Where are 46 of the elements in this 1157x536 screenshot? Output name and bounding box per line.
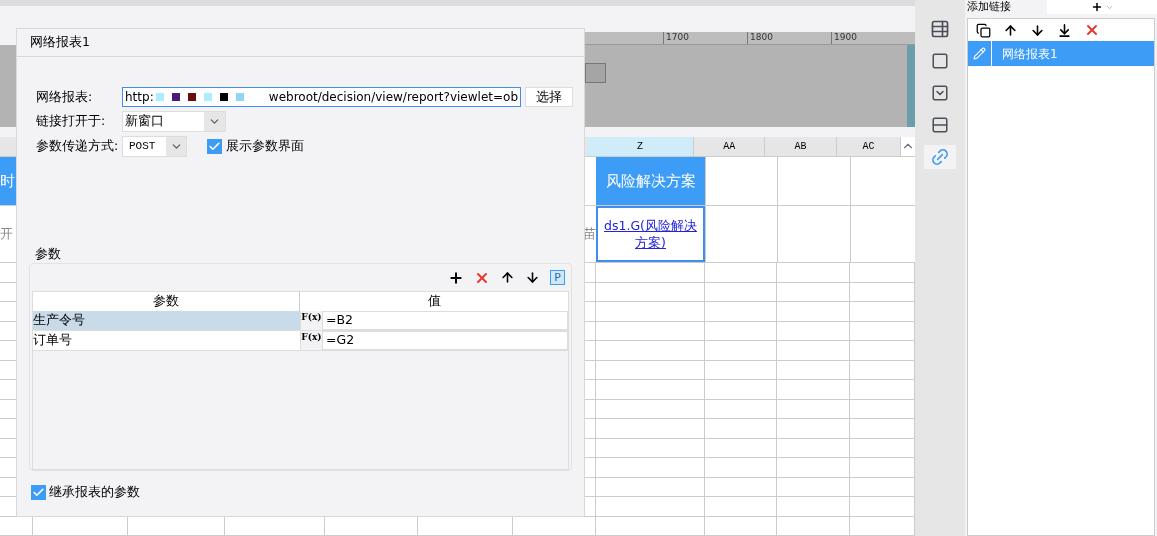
copy-icon[interactable] xyxy=(976,22,991,38)
table-info-icon[interactable] xyxy=(930,19,950,39)
param-name-cell[interactable]: 订单号 xyxy=(33,331,300,350)
group-title: 参数 xyxy=(34,245,62,263)
ruler-label: 1800 xyxy=(749,31,773,42)
field-label: 参数传递方式: xyxy=(36,137,120,156)
stacked-bars-icon[interactable] xyxy=(931,116,949,134)
param-name-cell[interactable]: 生产令号 xyxy=(33,311,300,330)
dialog-title: 网络报表1 xyxy=(30,33,90,52)
formula-button[interactable]: F(x) xyxy=(300,311,322,330)
add-icon[interactable] xyxy=(1090,1,1103,13)
field-label: 网络报表: xyxy=(36,87,94,106)
header-cell-fragment: 时 xyxy=(0,170,15,192)
column-header: 值 xyxy=(426,292,442,311)
param-value-field[interactable]: =B2 xyxy=(322,311,568,330)
pencil-icon[interactable] xyxy=(973,47,986,60)
header-cell: 风险解决方案 xyxy=(596,156,705,206)
move-bottom-icon[interactable] xyxy=(1057,22,1072,38)
url-field[interactable]: http: webroot/decision/view/report?viewlet=ob xyxy=(122,87,521,107)
move-up-icon[interactable] xyxy=(500,270,515,285)
checkbox-label: 继承报表的参数 xyxy=(49,483,140,501)
panel-title: 添加链接 xyxy=(966,1,1011,13)
inherit-params-checkbox[interactable] xyxy=(31,484,46,500)
add-icon[interactable] xyxy=(448,269,464,286)
parameter-button[interactable]: P xyxy=(550,270,565,285)
param-value-field[interactable]: =G2 xyxy=(322,331,568,350)
checkbox-label: 展示参数界面 xyxy=(226,137,304,156)
choose-button[interactable]: 选择 xyxy=(525,87,573,107)
formula-button[interactable]: F(x) xyxy=(300,331,322,350)
column-header[interactable]: Z xyxy=(586,136,695,156)
link-cell[interactable]: ds1.G(风险解决方案) xyxy=(596,206,705,262)
move-up-icon[interactable] xyxy=(1003,22,1018,38)
report-link[interactable]: ds1.G(风险解决方案) xyxy=(600,217,701,252)
ruler-label: 1700 xyxy=(665,31,689,42)
cell-fragment: 开 xyxy=(0,225,13,244)
ruler-label: 1900 xyxy=(833,31,857,42)
show-params-checkbox[interactable] xyxy=(207,139,222,154)
move-down-icon[interactable] xyxy=(1030,22,1045,38)
dropdown-box-icon[interactable] xyxy=(931,84,949,102)
move-down-icon[interactable] xyxy=(525,270,540,285)
field-label: 链接打开于: xyxy=(36,112,107,131)
cell-fragment: 苗 xyxy=(583,225,596,244)
method-select[interactable]: POST xyxy=(122,136,187,157)
delete-icon[interactable] xyxy=(1084,22,1100,38)
open-in-select[interactable]: 新窗口 xyxy=(122,111,226,132)
frame-icon[interactable] xyxy=(931,52,949,70)
